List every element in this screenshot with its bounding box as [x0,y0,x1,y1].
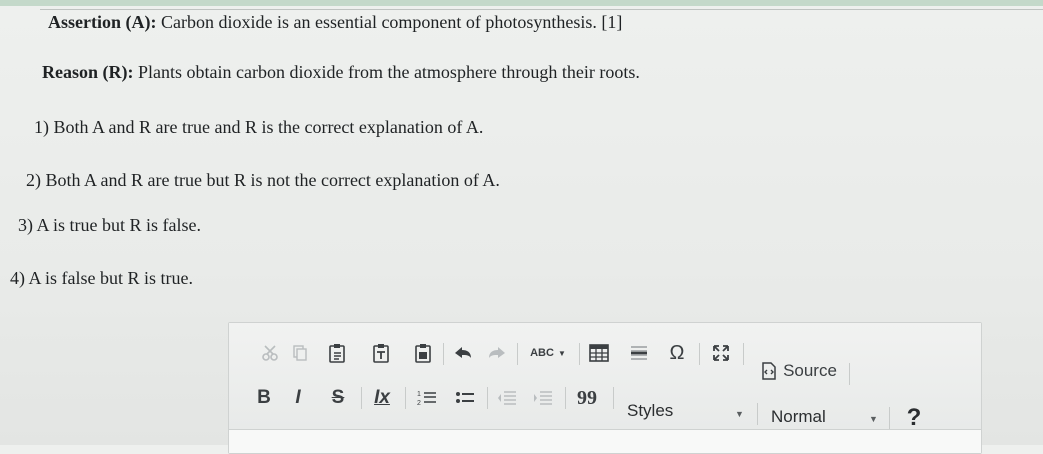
chevron-down-icon: ▼ [557,348,566,358]
redo-icon[interactable] [485,341,509,365]
reason-label: Reason (R): [42,62,134,82]
top-divider [40,9,1043,10]
numbered-list-icon[interactable]: 12 [415,385,439,411]
assertion-label: Assertion (A): [48,12,157,32]
option-3[interactable]: 3) A is true but R is false. [18,215,201,236]
toolbar-separator [579,343,580,365]
spellcheck-button[interactable]: ABC ▼ [527,341,569,365]
toolbar-separator [757,403,758,425]
chevron-down-icon: ▼ [735,409,744,419]
rich-text-editor: ABC ▼ Ω Source B I S Ix 1 2 99 Styles ▼ … [228,322,982,454]
remove-format-label: Ix [374,387,390,408]
styles-dropdown[interactable]: Styles [627,398,747,424]
option-4[interactable]: 4) A is false but R is true. [10,268,193,289]
toolbar-separator [613,387,614,409]
top-bar [0,0,1043,6]
format-label: Normal [771,407,826,426]
undo-icon[interactable] [451,341,475,365]
editor-toolbar: ABC ▼ Ω Source B I S Ix 1 2 99 Styles ▼ … [229,323,981,431]
reason-text: Plants obtain carbon dioxide from the at… [138,62,640,82]
spellcheck-label: ABC [530,347,554,359]
reason-line: Reason (R): Plants obtain carbon dioxide… [42,62,640,83]
table-icon[interactable] [587,341,611,365]
toolbar-separator [565,387,566,409]
toolbar-separator [361,387,362,409]
option-2[interactable]: 2) Both A and R are true but R is not th… [26,170,500,191]
source-button[interactable]: Source [753,359,845,383]
source-label: Source [783,361,837,380]
cut-icon[interactable] [259,341,281,365]
strikethrough-button[interactable]: S [327,385,349,411]
special-char-button[interactable]: Ω [665,341,689,365]
toolbar-separator [487,387,488,409]
styles-label: Styles [627,401,674,420]
toolbar-separator [743,343,744,365]
toolbar-separator [517,343,518,365]
toolbar-separator [699,343,700,365]
bold-button[interactable]: B [253,385,275,411]
remove-format-button[interactable]: Ix [369,385,395,411]
chevron-down-icon: ▼ [869,414,878,424]
format-dropdown[interactable]: Normal [771,404,881,430]
assertion-line: Assertion (A): Carbon dioxide is an esse… [48,12,622,33]
paste-text-icon[interactable] [369,341,393,365]
outdent-icon[interactable] [495,385,519,411]
editor-content-area[interactable] [229,430,981,453]
copy-icon[interactable] [289,341,311,365]
toolbar-separator [405,387,406,409]
italic-button[interactable]: I [287,385,309,411]
indent-icon[interactable] [531,385,555,411]
svg-text:1: 1 [417,391,421,398]
toolbar-separator [443,343,444,365]
horizontal-line-icon[interactable] [627,341,651,365]
maximize-icon[interactable] [709,341,733,365]
assertion-text: Carbon dioxide is an essential component… [160,12,623,32]
bullet-list-icon[interactable] [453,385,477,411]
toolbar-separator [849,363,850,385]
toolbar-separator [889,407,890,429]
svg-text:2: 2 [417,400,421,407]
help-button[interactable]: ? [901,404,927,431]
source-icon [762,362,776,380]
omega-icon: Ω [669,341,685,364]
paste-icon[interactable] [325,341,349,365]
paste-word-icon[interactable] [411,341,435,365]
blockquote-button[interactable]: 99 [573,385,601,411]
option-1[interactable]: 1) Both A and R are true and R is the co… [34,117,483,138]
